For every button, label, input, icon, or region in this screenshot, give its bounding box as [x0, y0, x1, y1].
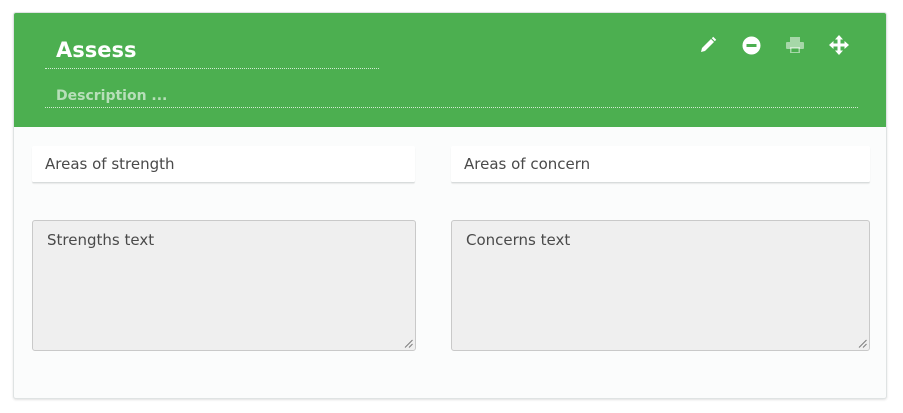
move-button[interactable]: [827, 33, 851, 57]
strengths-label-field[interactable]: Areas of strength: [32, 146, 415, 183]
concerns-text: Concerns text: [466, 231, 571, 249]
strengths-textarea[interactable]: Strengths text: [32, 220, 416, 351]
collapse-button[interactable]: [739, 33, 763, 57]
print-button[interactable]: [783, 33, 807, 57]
description-field[interactable]: Description ...: [45, 86, 858, 108]
minus-circle-icon: [742, 36, 760, 54]
panel-title[interactable]: Assess: [45, 33, 379, 69]
strengths-text: Strengths text: [47, 231, 155, 249]
assessment-panel: Assess Description ... Areas of strength…: [13, 12, 887, 399]
edit-button[interactable]: [696, 33, 720, 57]
print-icon: [786, 37, 804, 53]
resize-grip-icon[interactable]: [404, 339, 413, 348]
resize-grip-icon[interactable]: [858, 339, 867, 348]
concerns-label-field[interactable]: Areas of concern: [451, 146, 870, 183]
move-icon: [829, 35, 849, 55]
panel-header: Assess Description ...: [14, 13, 886, 127]
concerns-textarea[interactable]: Concerns text: [451, 220, 870, 351]
pencil-icon: [701, 36, 717, 52]
